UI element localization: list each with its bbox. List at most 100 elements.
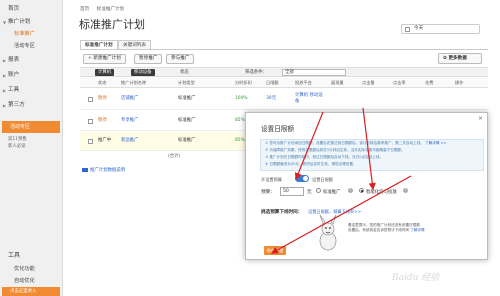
- sidebar-tools-heading: 工具: [8, 252, 21, 259]
- column-header[interactable]: 投放平台: [295, 79, 312, 87]
- data-explanation-link[interactable]: 推广计划数据说明: [82, 167, 125, 173]
- help-icon[interactable]: ?: [403, 188, 408, 193]
- sidebar-promo-line[interactable]: 双11预售: [8, 136, 27, 142]
- date-selector-label: 今天: [414, 26, 424, 31]
- help-icon[interactable]: ?: [348, 188, 353, 193]
- row-platform[interactable]: 计算机 移动设备: [295, 93, 327, 105]
- row-checkbox[interactable]: [88, 119, 93, 124]
- breadcrumb: 首页 标准推广计划: [80, 6, 130, 12]
- radio-standard-label: 标准推广: [323, 190, 341, 195]
- row-checkbox[interactable]: [88, 97, 93, 102]
- budget-input[interactable]: 50: [280, 187, 304, 196]
- sidebar-item-tools[interactable]: ▶ 工具: [0, 85, 63, 96]
- column-header[interactable]: 点击量: [362, 79, 375, 87]
- mascot-tip-line: 设置后，系统将会告诉您预计下线时间: [348, 228, 410, 232]
- sidebar-item-label: 报表: [8, 57, 20, 63]
- table-header: 状态 推广计划名称 计划类型 分时折扣 日限额 投放平台 展现量 点击量 点击率…: [80, 78, 488, 88]
- filter-condition-label: 筛选条件：: [245, 70, 267, 75]
- chevron-right-icon: ▶: [3, 58, 7, 63]
- tab-standard-plans[interactable]: 标准推广计划: [80, 40, 118, 49]
- row-plan-name[interactable]: 新品推广: [121, 138, 139, 144]
- sidebar-item-plans[interactable]: ▼ 推广计划: [0, 17, 63, 28]
- filter-bar: 计算机 移动设备 状态 筛选条件： 全部: [80, 67, 488, 77]
- row-plan-name[interactable]: 专享推广: [121, 118, 139, 124]
- row-status: 推广中: [98, 138, 112, 143]
- mascot-tip-link[interactable]: 了解详情: [410, 228, 424, 232]
- filter-chip-computer[interactable]: 计算机: [95, 69, 115, 76]
- budget-label: 预算：: [261, 190, 275, 195]
- filter-chip-mobile[interactable]: 移动设备: [131, 69, 155, 76]
- row-plan-type: 标准推广: [178, 96, 196, 101]
- save-settings-button[interactable]: 保存设置: [264, 246, 286, 255]
- row-discount: 85%: [235, 138, 245, 143]
- budget-unit: 元: [307, 190, 312, 195]
- sidebar-item-optimize[interactable]: 优化功能: [0, 264, 63, 275]
- sidebar-item-label: 第三方: [8, 102, 25, 108]
- row-plan-name[interactable]: 店铺推广: [121, 96, 139, 102]
- watermark: Baidu 经验: [392, 273, 440, 283]
- column-header[interactable]: 状态: [98, 79, 106, 87]
- sidebar-item-standard[interactable]: 标准推广: [0, 29, 63, 40]
- mascot-icon: [319, 214, 337, 251]
- radio-smart-label: 智能化均匀投放: [366, 190, 397, 195]
- info-line: ③ 推广计划在日限额时段内，到达日限额后自动下线，次日0点自动上线。: [265, 155, 384, 159]
- column-header[interactable]: 操作: [455, 79, 463, 87]
- dialog-title: 设置日限额: [261, 125, 294, 133]
- chevron-right-icon: ▶: [3, 103, 7, 108]
- info-line: ① 您可为推广计划添加日限额，设置后花费达到日限额后，该计划将会暂停推广，第二天…: [265, 141, 447, 146]
- row-status: 暂停: [98, 96, 107, 101]
- row-plan-type: 标准推广: [178, 138, 196, 143]
- new-plan-button[interactable]: + 新建推广计划: [83, 54, 126, 64]
- column-header[interactable]: 日限额: [266, 79, 279, 87]
- daily-limit-dialog: 设置日限额 × ① 您可为推广计划添加日限额，设置后花费达到日限额后，该计划将会…: [245, 112, 488, 260]
- breadcrumb-home[interactable]: 首页: [80, 7, 89, 12]
- left-sidebar: 首页 ▼ 推广计划 标准推广 活动专区 ▶ 报表 ▶ 账户 ▶ 工具 ▶ 第三方…: [0, 0, 63, 296]
- join-button[interactable]: 参与推广: [166, 54, 195, 64]
- sidebar-promo-banner[interactable]: 活动专区: [2, 121, 60, 133]
- sidebar-promo-line[interactable]: 新人必读: [8, 143, 26, 149]
- row-status: 暂停: [98, 118, 107, 123]
- date-selector[interactable]: 今天: [401, 24, 480, 34]
- sidebar-item-label: 推广计划: [8, 19, 31, 25]
- info-text: ① 您可为推广计划添加日限额，设置后花费达到日限额后，该计划将会暂停推广，第二天…: [265, 141, 424, 145]
- dialog-info-box: ① 您可为推广计划添加日限额，设置后花费达到日限额后，该计划将会暂停推广，第二天…: [260, 139, 484, 171]
- sidebar-item-reports[interactable]: ▶ 报表: [0, 55, 63, 66]
- more-data-button[interactable]: ✿ 更多数据: [438, 53, 482, 64]
- breadcrumb-current: 标准推广计划: [96, 7, 125, 12]
- toggle-state-label: 设置日限额: [312, 177, 333, 182]
- sidebar-item-auto-optimize[interactable]: 自动优化: [0, 276, 63, 287]
- sidebar-bottom-button[interactable]: 点击这里进入: [2, 287, 60, 296]
- sidebar-item-activity[interactable]: 活动专区: [0, 41, 63, 52]
- radio-smart[interactable]: [359, 188, 364, 193]
- row-discount: 100%: [235, 96, 248, 101]
- daily-limit-toggle[interactable]: [295, 175, 309, 182]
- sidebar-item-home[interactable]: 首页: [0, 4, 63, 15]
- row-daily-limit[interactable]: 30元: [266, 96, 276, 102]
- column-header[interactable]: 点击率: [393, 79, 406, 87]
- tab-keyword-list[interactable]: 关键词列表: [118, 40, 151, 49]
- column-header[interactable]: 计划类型: [178, 79, 195, 87]
- calendar-icon: [405, 27, 410, 32]
- toggle-label: 开设置预算: [261, 177, 282, 182]
- row-checkbox[interactable]: [88, 139, 93, 144]
- mascot-tip: 看这里提示，您的推广计划还没有设置日限额 设置后，系统将会告诉您预计下线时间 了…: [348, 223, 428, 233]
- column-header[interactable]: 分时折扣: [235, 79, 252, 87]
- sidebar-item-account[interactable]: ▶ 账户: [0, 70, 63, 81]
- forecast-title: 挑选预算下线时间：: [261, 210, 303, 215]
- radio-standard[interactable]: [316, 188, 321, 193]
- table-row[interactable]: 暂停 店铺推广 标准推广 100% 30元 计算机 移动设备: [80, 89, 488, 110]
- chevron-right-icon: ▶: [3, 73, 7, 78]
- info-link[interactable]: 了解详情 >>: [425, 141, 447, 145]
- info-line: ④ 日限额最低为30元，修改后实时生效，请您合理设置。: [265, 162, 357, 166]
- chevron-down-icon: ▼: [3, 20, 7, 25]
- column-header[interactable]: 花费: [425, 79, 433, 87]
- row-plan-type: 标准推广: [178, 118, 196, 123]
- sidebar-item-label: 工具: [8, 87, 20, 93]
- sidebar-item-third-party[interactable]: ▶ 第三方: [0, 100, 63, 111]
- filter-select[interactable]: 全部: [282, 69, 346, 76]
- column-header[interactable]: 展现量: [331, 79, 344, 87]
- column-header[interactable]: 推广计划名称: [121, 79, 146, 87]
- table-total-label: (合计): [168, 154, 181, 159]
- close-icon[interactable]: ×: [478, 115, 483, 122]
- pause-button[interactable]: 暂停推广: [134, 54, 163, 64]
